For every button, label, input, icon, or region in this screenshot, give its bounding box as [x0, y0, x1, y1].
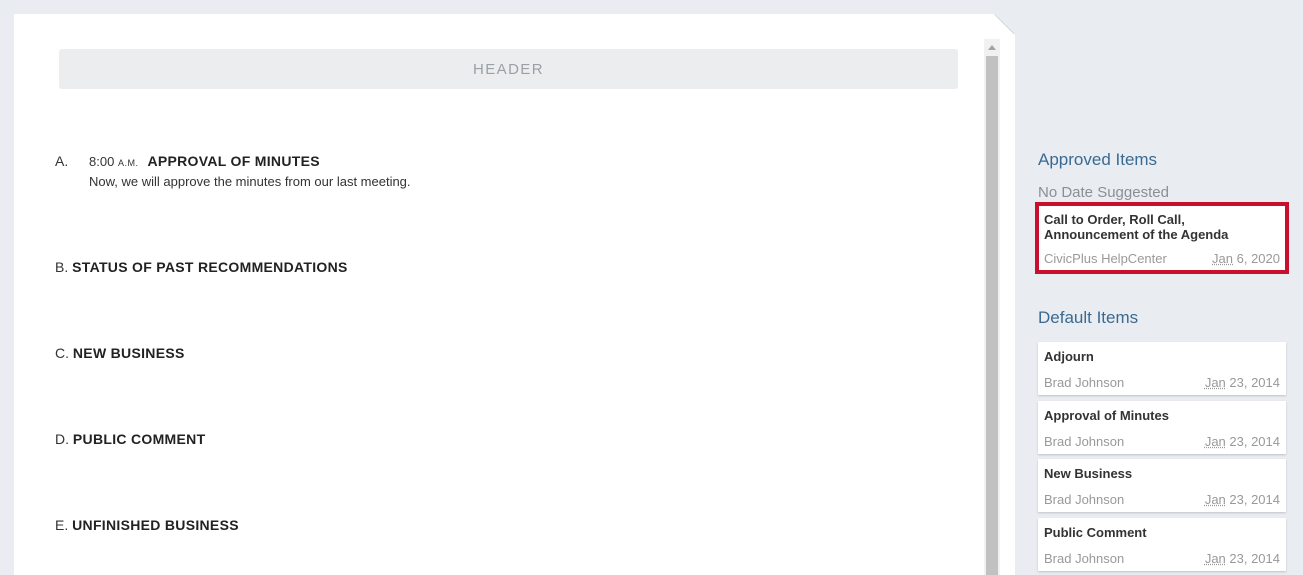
- item-letter: E.: [55, 517, 69, 533]
- card-date: Jan 23, 2014: [1204, 492, 1280, 507]
- card-title: Call to Order, Roll Call, Announcement o…: [1044, 212, 1229, 242]
- approved-items-title: Approved Items: [1038, 150, 1158, 169]
- agenda-document: HEADER A. 8:00 A.M. APPROVAL OF MINUTES …: [14, 14, 1015, 575]
- no-date-subhead: No Date Suggested: [1038, 184, 1169, 201]
- page-fold-corner: [995, 14, 1015, 34]
- agenda-item-c[interactable]: C. NEW BUSINESS: [55, 345, 185, 361]
- item-title: STATUS OF PAST RECOMMENDATIONS: [72, 259, 348, 275]
- item-letter: A.: [55, 153, 69, 169]
- document-scrollbar[interactable]: [984, 39, 1000, 575]
- card-meta: Brad Johnson Jan 23, 2014: [1044, 492, 1280, 507]
- agenda-item-e[interactable]: E. UNFINISHED BUSINESS: [55, 517, 239, 533]
- default-item-card[interactable]: Approval of Minutes Brad Johnson Jan 23,…: [1038, 401, 1286, 454]
- card-date: Jan 6, 2020: [1212, 251, 1280, 266]
- item-title: PUBLIC COMMENT: [72, 431, 206, 447]
- scroll-thumb[interactable]: [986, 56, 998, 575]
- item-title: APPROVAL OF MINUTES: [147, 153, 320, 169]
- card-author: Brad Johnson: [1044, 551, 1125, 566]
- item-time: 8:00 A.M.: [89, 154, 139, 169]
- card-meta: Brad Johnson Jan 23, 2014: [1044, 551, 1280, 566]
- card-meta: Brad Johnson Jan 23, 2014: [1044, 434, 1280, 449]
- card-meta: CivicPlus HelpCenter Jan 6, 2020: [1044, 251, 1280, 266]
- card-meta: Brad Johnson Jan 23, 2014: [1044, 375, 1280, 390]
- card-title: Approval of Minutes: [1044, 408, 1169, 423]
- agenda-item-b[interactable]: B. STATUS OF PAST RECOMMENDATIONS: [55, 259, 348, 275]
- agenda-item-a[interactable]: A. 8:00 A.M. APPROVAL OF MINUTES Now, we…: [55, 153, 411, 189]
- card-author: Brad Johnson: [1044, 375, 1125, 390]
- approved-item-card[interactable]: Call to Order, Roll Call, Announcement o…: [1035, 202, 1289, 274]
- default-item-card[interactable]: Adjourn Brad Johnson Jan 23, 2014: [1038, 342, 1286, 395]
- item-title: UNFINISHED BUSINESS: [72, 517, 239, 533]
- card-author: Brad Johnson: [1044, 434, 1125, 449]
- item-title: NEW BUSINESS: [72, 345, 185, 361]
- card-author: CivicPlus HelpCenter: [1044, 251, 1167, 266]
- card-title: New Business: [1044, 466, 1133, 481]
- item-letter: C.: [55, 345, 69, 361]
- default-item-card[interactable]: Public Comment Brad Johnson Jan 23, 2014: [1038, 518, 1286, 571]
- agenda-item-d[interactable]: D. PUBLIC COMMENT: [55, 431, 205, 447]
- scroll-up-arrow-icon[interactable]: [984, 39, 1000, 55]
- default-item-card[interactable]: New Business Brad Johnson Jan 23, 2014: [1038, 459, 1286, 512]
- item-description: Now, we will approve the minutes from ou…: [89, 174, 411, 189]
- card-date: Jan 23, 2014: [1204, 434, 1280, 449]
- card-author: Brad Johnson: [1044, 492, 1125, 507]
- header-label: HEADER: [473, 60, 544, 78]
- card-title: Public Comment: [1044, 525, 1147, 540]
- card-title: Adjourn: [1044, 349, 1094, 364]
- card-date: Jan 23, 2014: [1204, 375, 1280, 390]
- card-date: Jan 23, 2014: [1204, 551, 1280, 566]
- document-header[interactable]: HEADER: [59, 49, 958, 89]
- default-items-title: Default Items: [1038, 308, 1139, 327]
- item-letter: B.: [55, 259, 69, 275]
- item-letter: D.: [55, 431, 69, 447]
